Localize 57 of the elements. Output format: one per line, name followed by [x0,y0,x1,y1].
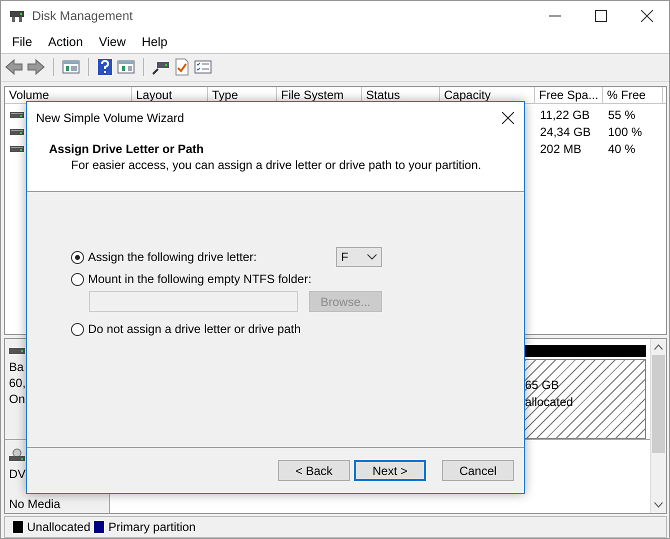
menu-item[interactable]: Action [40,35,91,50]
optical-drive-icon [9,448,25,462]
wizard-button[interactable]: Cancel [442,460,514,481]
disk-magnifier-icon[interactable] [152,59,170,76]
menu-item[interactable]: Help [134,35,176,50]
column-header[interactable]: Free Spa... [535,86,603,103]
disk-label: 60, [9,374,26,391]
radio-button[interactable] [71,322,84,336]
drive-icon [9,346,25,355]
radio-button[interactable] [71,272,84,286]
table-cell-text: 11,22 GB [539,108,591,122]
radio-button[interactable] [71,250,84,264]
table-cell-text: 202 MB [539,142,582,156]
menu-item[interactable]: File [4,35,40,50]
wizard-button[interactable]: < Back [278,460,350,481]
forward-arrow-icon[interactable] [27,59,45,76]
wizard-subtitle: For easier access, you can assign a drive letter or drive path to your partition. [71,158,482,172]
scroll-up-icon[interactable] [654,344,663,350]
window-title: Disk Management [32,9,133,24]
partition-label: 65 GB [525,376,560,394]
legend-label: Primary partition [108,520,196,534]
wizard-heading: Assign Drive Letter or Path [49,142,205,156]
table-cell-text: 55 % [607,108,636,122]
menu-item[interactable]: View [90,35,134,50]
drive-icon [10,145,24,154]
chevron-down-icon [367,254,377,260]
column-header[interactable]: % Free [603,86,663,103]
drive-icon [10,111,24,120]
maximize-icon[interactable] [595,10,607,22]
drive-icon [10,128,24,136]
disk-icon [9,9,25,24]
partition-label: allocated [525,394,574,411]
radio-label[interactable]: Do not assign a drive letter or drive path [88,322,301,336]
wizard-button[interactable]: Next > [354,460,426,481]
help-icon[interactable] [97,58,113,76]
close-icon[interactable] [641,10,653,22]
checklist-icon[interactable] [174,58,190,76]
dialog-title: New Simple Volume Wizard [36,111,184,125]
panel-icon[interactable] [62,59,80,76]
scrollbar[interactable] [650,338,666,514]
table-cell-text: 24,34 GB [539,125,592,140]
close-icon[interactable] [502,112,514,124]
scroll-down-icon[interactable] [654,502,663,508]
panel-icon[interactable] [117,59,135,76]
scrollbar-thumb[interactable] [652,354,665,453]
disk-label: DV [9,466,26,482]
legend-label: Unallocated [27,520,90,534]
disk-label: On [9,390,26,407]
properties-icon[interactable] [194,59,212,76]
back-arrow-icon[interactable] [5,59,23,76]
disk-label: Ba [9,358,24,375]
disk-label: No Media [9,496,60,512]
radio-label[interactable]: Assign the following drive letter: [88,250,257,264]
table-cell-text: 100 % [607,125,644,140]
radio-label[interactable]: Mount in the following empty NTFS folder: [88,272,312,286]
drive-letter-dropdown[interactable]: F [336,247,382,267]
table-cell-text: 40 % [607,142,636,156]
